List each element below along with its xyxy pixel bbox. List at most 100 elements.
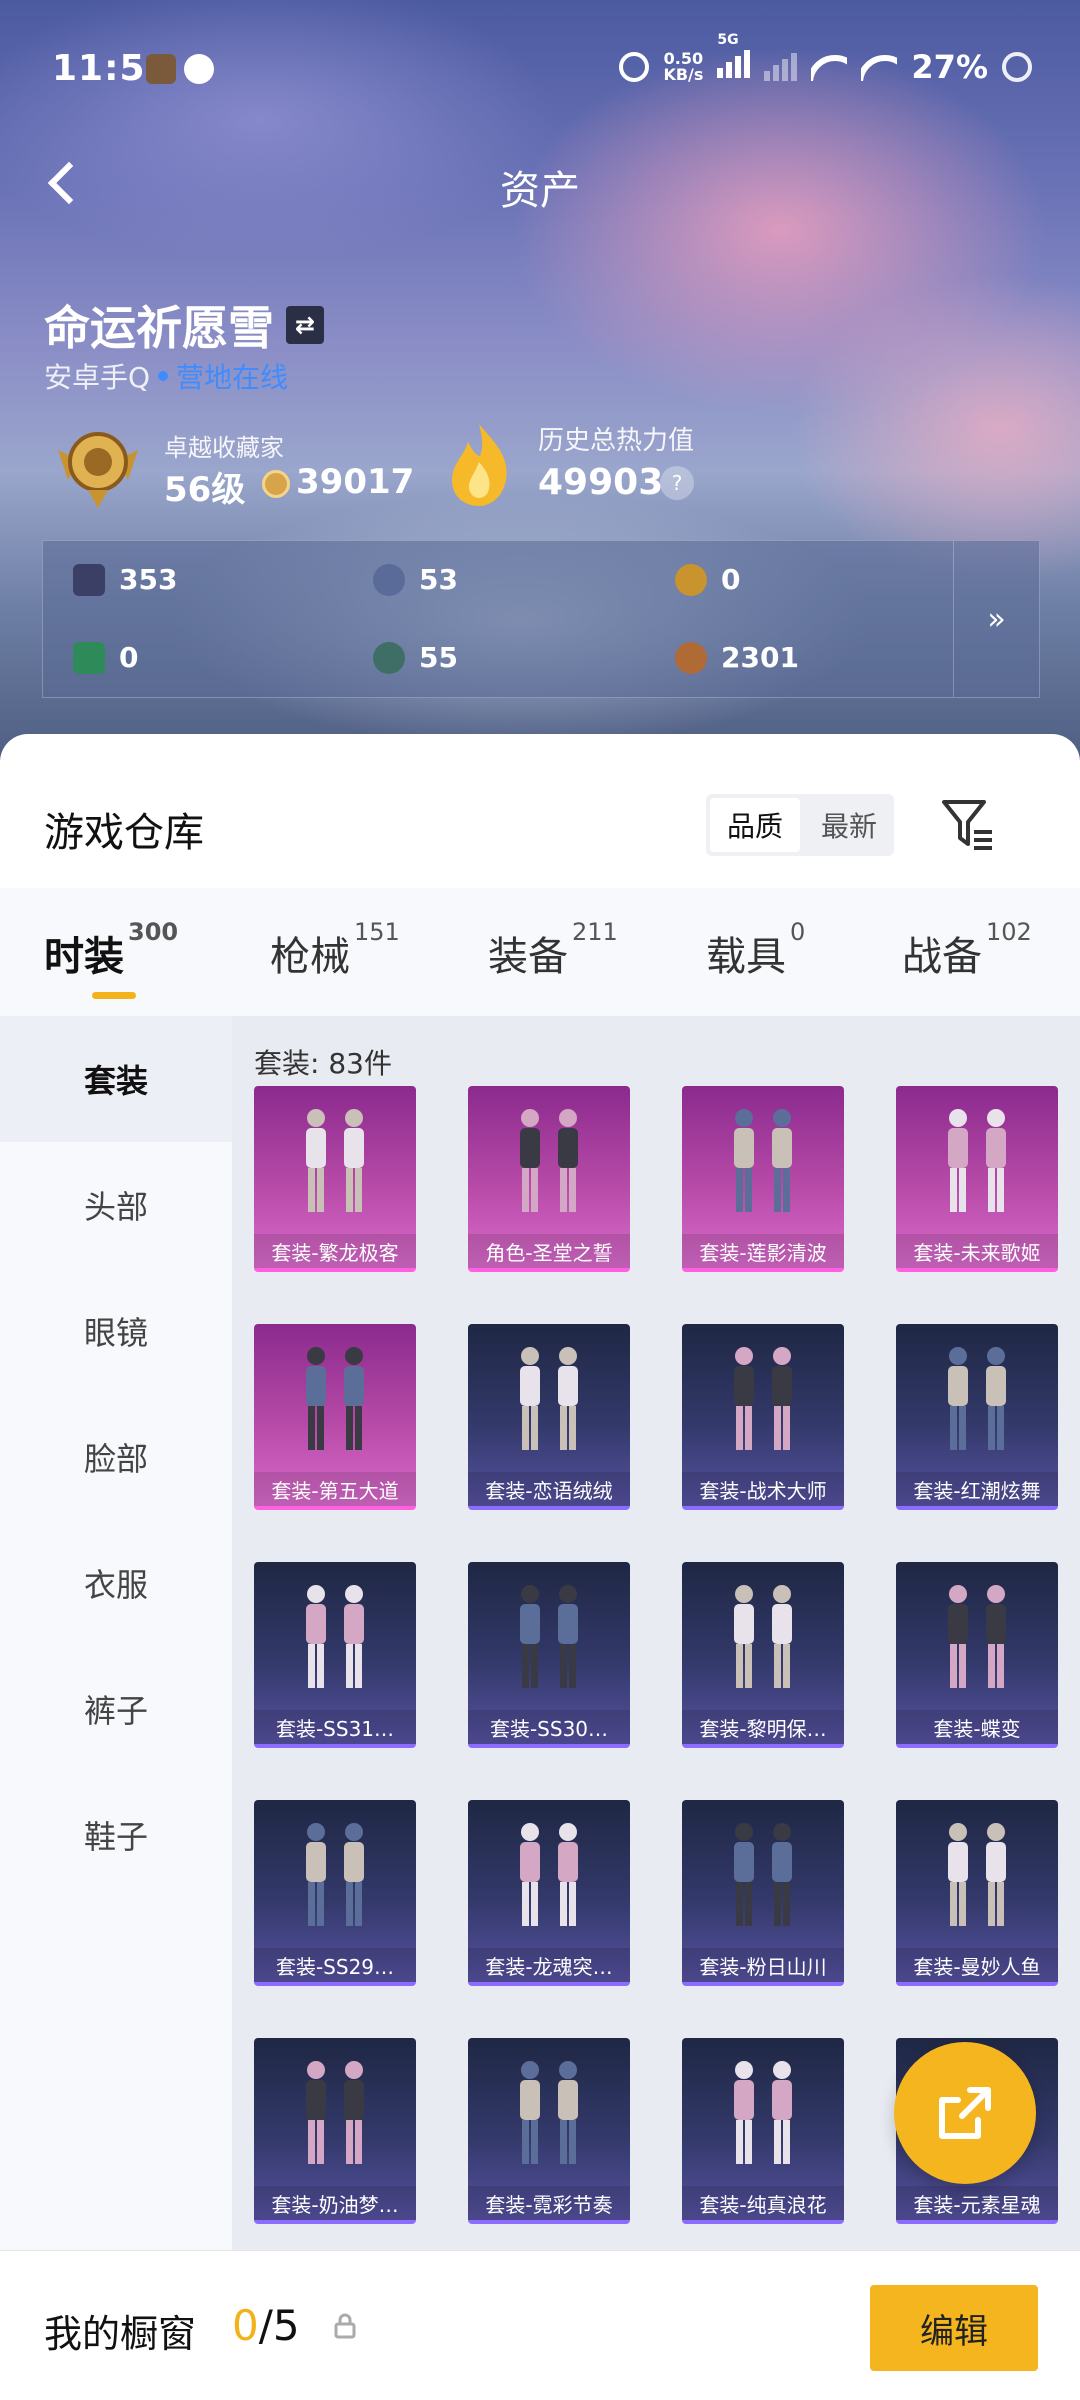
showcase-current: 0	[232, 2301, 259, 2350]
signal-5g: 5G	[717, 32, 751, 86]
sidebar-item-outfit[interactable]: 套装	[0, 1016, 232, 1142]
resources-more-button[interactable]: »	[953, 541, 1039, 697]
outfit-card[interactable]: 套装-曼妙人鱼	[896, 1800, 1058, 1986]
share-icon	[939, 2087, 991, 2139]
tab-count: 102	[986, 918, 1032, 946]
outfit-figure-icon	[948, 1823, 1006, 1926]
resource-value: 0	[721, 563, 741, 596]
sidebar-item-head[interactable]: 头部	[0, 1142, 232, 1268]
tab-supplies[interactable]: 战备 102	[902, 918, 1032, 982]
filter-icon[interactable]	[940, 796, 996, 852]
collector-badge-icon[interactable]	[48, 420, 148, 510]
tab-vehicles[interactable]: 载具 0	[706, 918, 805, 982]
outfit-name: 套装-霓彩节奏	[468, 2186, 630, 2220]
outfit-figure-icon	[734, 2061, 792, 2164]
heat-value: 49903	[538, 462, 664, 503]
outfit-figure-icon	[520, 1823, 578, 1926]
tab-label: 枪械	[270, 934, 350, 980]
edit-showcase-button[interactable]: 编辑	[870, 2285, 1038, 2371]
resource-value: 53	[419, 563, 458, 596]
tab-label: 装备	[488, 934, 568, 980]
resource-item: 55	[373, 641, 458, 674]
showcase-bar: 我的橱窗 0/5 编辑	[0, 2250, 1080, 2400]
outfit-name: 套装-SS29…	[254, 1948, 416, 1982]
outfit-card[interactable]: 套装-繁龙极客	[254, 1086, 416, 1272]
resource-item: 53	[373, 563, 458, 596]
tab-guns[interactable]: 枪械 151	[270, 918, 400, 982]
outfit-card[interactable]: 套装-SS30…	[468, 1562, 630, 1748]
resource-item: 0	[73, 641, 138, 674]
outfit-name: 套装-恋语绒绒	[468, 1472, 630, 1506]
tab-fashion[interactable]: 时装 300	[44, 918, 178, 982]
resource-item: 0	[675, 563, 740, 596]
tab-equipment[interactable]: 装备 211	[488, 918, 618, 982]
outfit-name: 套装-红潮炫舞	[896, 1472, 1058, 1506]
outfit-figure-icon	[734, 1109, 792, 1212]
sort-newest-button[interactable]: 最新	[804, 794, 894, 856]
sidebar-item-pants[interactable]: 裤子	[0, 1646, 232, 1772]
outfit-name: 套装-蝶变	[896, 1710, 1058, 1744]
outfit-card[interactable]: 套装-莲影清波	[682, 1086, 844, 1272]
outfit-name: 套装-第五大道	[254, 1472, 416, 1506]
alarm-icon	[619, 52, 650, 82]
outfit-name: 套装-奶油梦…	[254, 2186, 416, 2220]
outfit-card[interactable]: 套装-粉日山川	[682, 1800, 844, 1986]
item-count: 套装: 83件	[254, 1047, 392, 1080]
outfit-name: 套装-黎明保…	[682, 1710, 844, 1744]
status-indicators: 0.50 KB/s 5G 27%	[619, 32, 1032, 86]
outfit-card[interactable]: 套装-纯真浪花	[682, 2038, 844, 2224]
warehouse-title: 游戏仓库	[44, 810, 204, 856]
lock-icon	[334, 2313, 356, 2339]
outfit-card[interactable]: 套装-龙魂突…	[468, 1800, 630, 1986]
tab-count: 211	[572, 918, 618, 946]
outfit-card[interactable]: 套装-黎明保…	[682, 1562, 844, 1748]
outfit-name: 套装-粉日山川	[682, 1948, 844, 1982]
outfit-name: 套装-曼妙人鱼	[896, 1948, 1058, 1982]
share-button[interactable]	[894, 2042, 1036, 2184]
player-name: 命运祈愿雪	[44, 301, 274, 355]
outfit-card[interactable]: 角色-圣堂之誓	[468, 1086, 630, 1272]
online-dot-icon	[158, 371, 169, 381]
sidebar-item-glasses[interactable]: 眼镜	[0, 1268, 232, 1394]
outfit-card[interactable]: 套装-SS31…	[254, 1562, 416, 1748]
help-icon[interactable]: ?	[660, 466, 694, 500]
outfit-card[interactable]: 套装-红潮炫舞	[896, 1324, 1058, 1510]
resource-value: 2301	[721, 641, 799, 674]
tab-count: 151	[354, 918, 400, 946]
resource-value: 0	[119, 641, 139, 674]
tab-label: 载具	[706, 934, 786, 980]
outfit-figure-icon	[306, 1109, 364, 1212]
outfit-name: 套装-莲影清波	[682, 1234, 844, 1268]
sidebar-item-face[interactable]: 脸部	[0, 1394, 232, 1520]
battery-icon	[1002, 52, 1032, 82]
outfit-card[interactable]: 套装-SS29…	[254, 1800, 416, 1986]
card-icon	[73, 563, 105, 596]
resource-item: 2301	[675, 641, 799, 674]
outfit-figure-icon	[948, 1109, 1006, 1212]
network-speed: 0.50 KB/s	[663, 51, 703, 83]
switch-account-icon[interactable]: ⇄	[286, 306, 324, 344]
coupon-icon	[373, 563, 405, 596]
resource-summary: 353 53 0 0 55 2301 »	[42, 540, 1040, 698]
outfit-figure-icon	[734, 1347, 792, 1450]
wifi-icon	[811, 53, 848, 81]
outfit-card[interactable]: 套装-霓彩节奏	[468, 2038, 630, 2224]
outfit-figure-icon	[306, 2061, 364, 2164]
resource-item: 353	[73, 563, 177, 596]
outfit-card[interactable]: 套装-未来歌姬	[896, 1086, 1058, 1272]
active-tab-indicator	[92, 992, 136, 999]
outfit-card[interactable]: 套装-第五大道	[254, 1324, 416, 1510]
sort-quality-button[interactable]: 品质	[710, 798, 800, 852]
outfit-card[interactable]: 套装-奶油梦…	[254, 2038, 416, 2224]
game-notification-icon	[146, 54, 176, 84]
outfit-figure-icon	[306, 1823, 364, 1926]
outfit-figure-icon	[520, 1585, 578, 1688]
sidebar-item-shoes[interactable]: 鞋子	[0, 1772, 232, 1898]
outfit-figure-icon	[948, 1347, 1006, 1450]
outfit-card[interactable]: 套装-恋语绒绒	[468, 1324, 630, 1510]
player-subtitle: 安卓手Q 营地在线	[44, 356, 288, 396]
outfit-card[interactable]: 套装-蝶变	[896, 1562, 1058, 1748]
outfit-name: 套装-繁龙极客	[254, 1234, 416, 1268]
sidebar-item-clothes[interactable]: 衣服	[0, 1520, 232, 1646]
outfit-card[interactable]: 套装-战术大师	[682, 1324, 844, 1510]
